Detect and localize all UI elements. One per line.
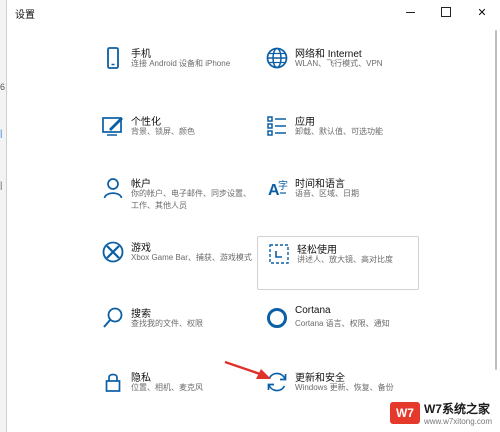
lock-icon: [101, 370, 125, 394]
bg-edge-glyph: 6: [0, 82, 6, 92]
time-language-icon: A字: [265, 176, 289, 200]
tile-description: 你的帐户、电子邮件、同步设置、: [131, 189, 251, 198]
watermark-url: www.w7xitong.com: [423, 417, 492, 426]
maximize-button[interactable]: [428, 0, 464, 24]
watermark-name: W7系统之家: [423, 402, 490, 416]
watermark-logo: W7: [389, 402, 420, 424]
xbox-icon: [101, 240, 125, 264]
window-title: 设置: [15, 10, 35, 21]
tile-description: Xbox Game Bar、捕获、游戏模式: [131, 253, 252, 262]
ease-of-access-icon: [267, 242, 291, 266]
tile-description: 连接 Android 设备和 iPhone: [131, 59, 231, 68]
settings-window: 设置 ✕ 手机 连接 Android 设备和 iPhone 网络和 Intern…: [6, 0, 500, 432]
globe-icon: [265, 46, 289, 70]
tile-description: Cortana 语言、权限、通知: [295, 319, 390, 328]
watermark: W7 W7系统之家 www.w7xitong.com: [389, 400, 492, 426]
paintbrush-icon: [101, 114, 125, 138]
annotation-arrow-icon: [224, 360, 271, 379]
close-icon: ✕: [477, 6, 487, 19]
cortana-icon: [265, 306, 289, 330]
window-controls: ✕: [392, 0, 500, 24]
phone-icon: [101, 46, 125, 70]
svg-text:字: 字: [278, 179, 288, 192]
minimize-button[interactable]: [392, 0, 428, 24]
scrollbar-thumb[interactable]: [495, 30, 497, 370]
scrollbar[interactable]: [495, 26, 499, 430]
close-button[interactable]: ✕: [464, 0, 500, 24]
tile-description: 背景、锁屏、颜色: [131, 127, 195, 136]
tile-title: Cortana: [295, 305, 331, 316]
maximize-icon: [441, 7, 451, 17]
person-icon: [101, 176, 125, 200]
tile-description: 工作、其他人员: [131, 201, 187, 210]
minimize-icon: [405, 11, 415, 13]
tile-description: 查找我的文件、权限: [131, 319, 203, 328]
apps-list-icon: [265, 114, 289, 138]
tile-description: WLAN、飞行模式、VPN: [295, 59, 383, 68]
title-bar: 设置 ✕: [7, 0, 500, 26]
search-icon: [101, 306, 125, 330]
bg-edge-glyph: |: [0, 128, 3, 138]
tile-description: 位置、相机、麦克风: [131, 383, 203, 392]
tile-description: Windows 更新、恢复、备份: [295, 383, 394, 392]
tile-description: 讲述人、放大镜、高对比度: [297, 255, 393, 264]
tile-description: 卸载、默认值、可选功能: [295, 127, 383, 136]
tile-description: 语音、区域、日期: [295, 189, 359, 198]
bg-edge-glyph: |: [0, 180, 3, 190]
